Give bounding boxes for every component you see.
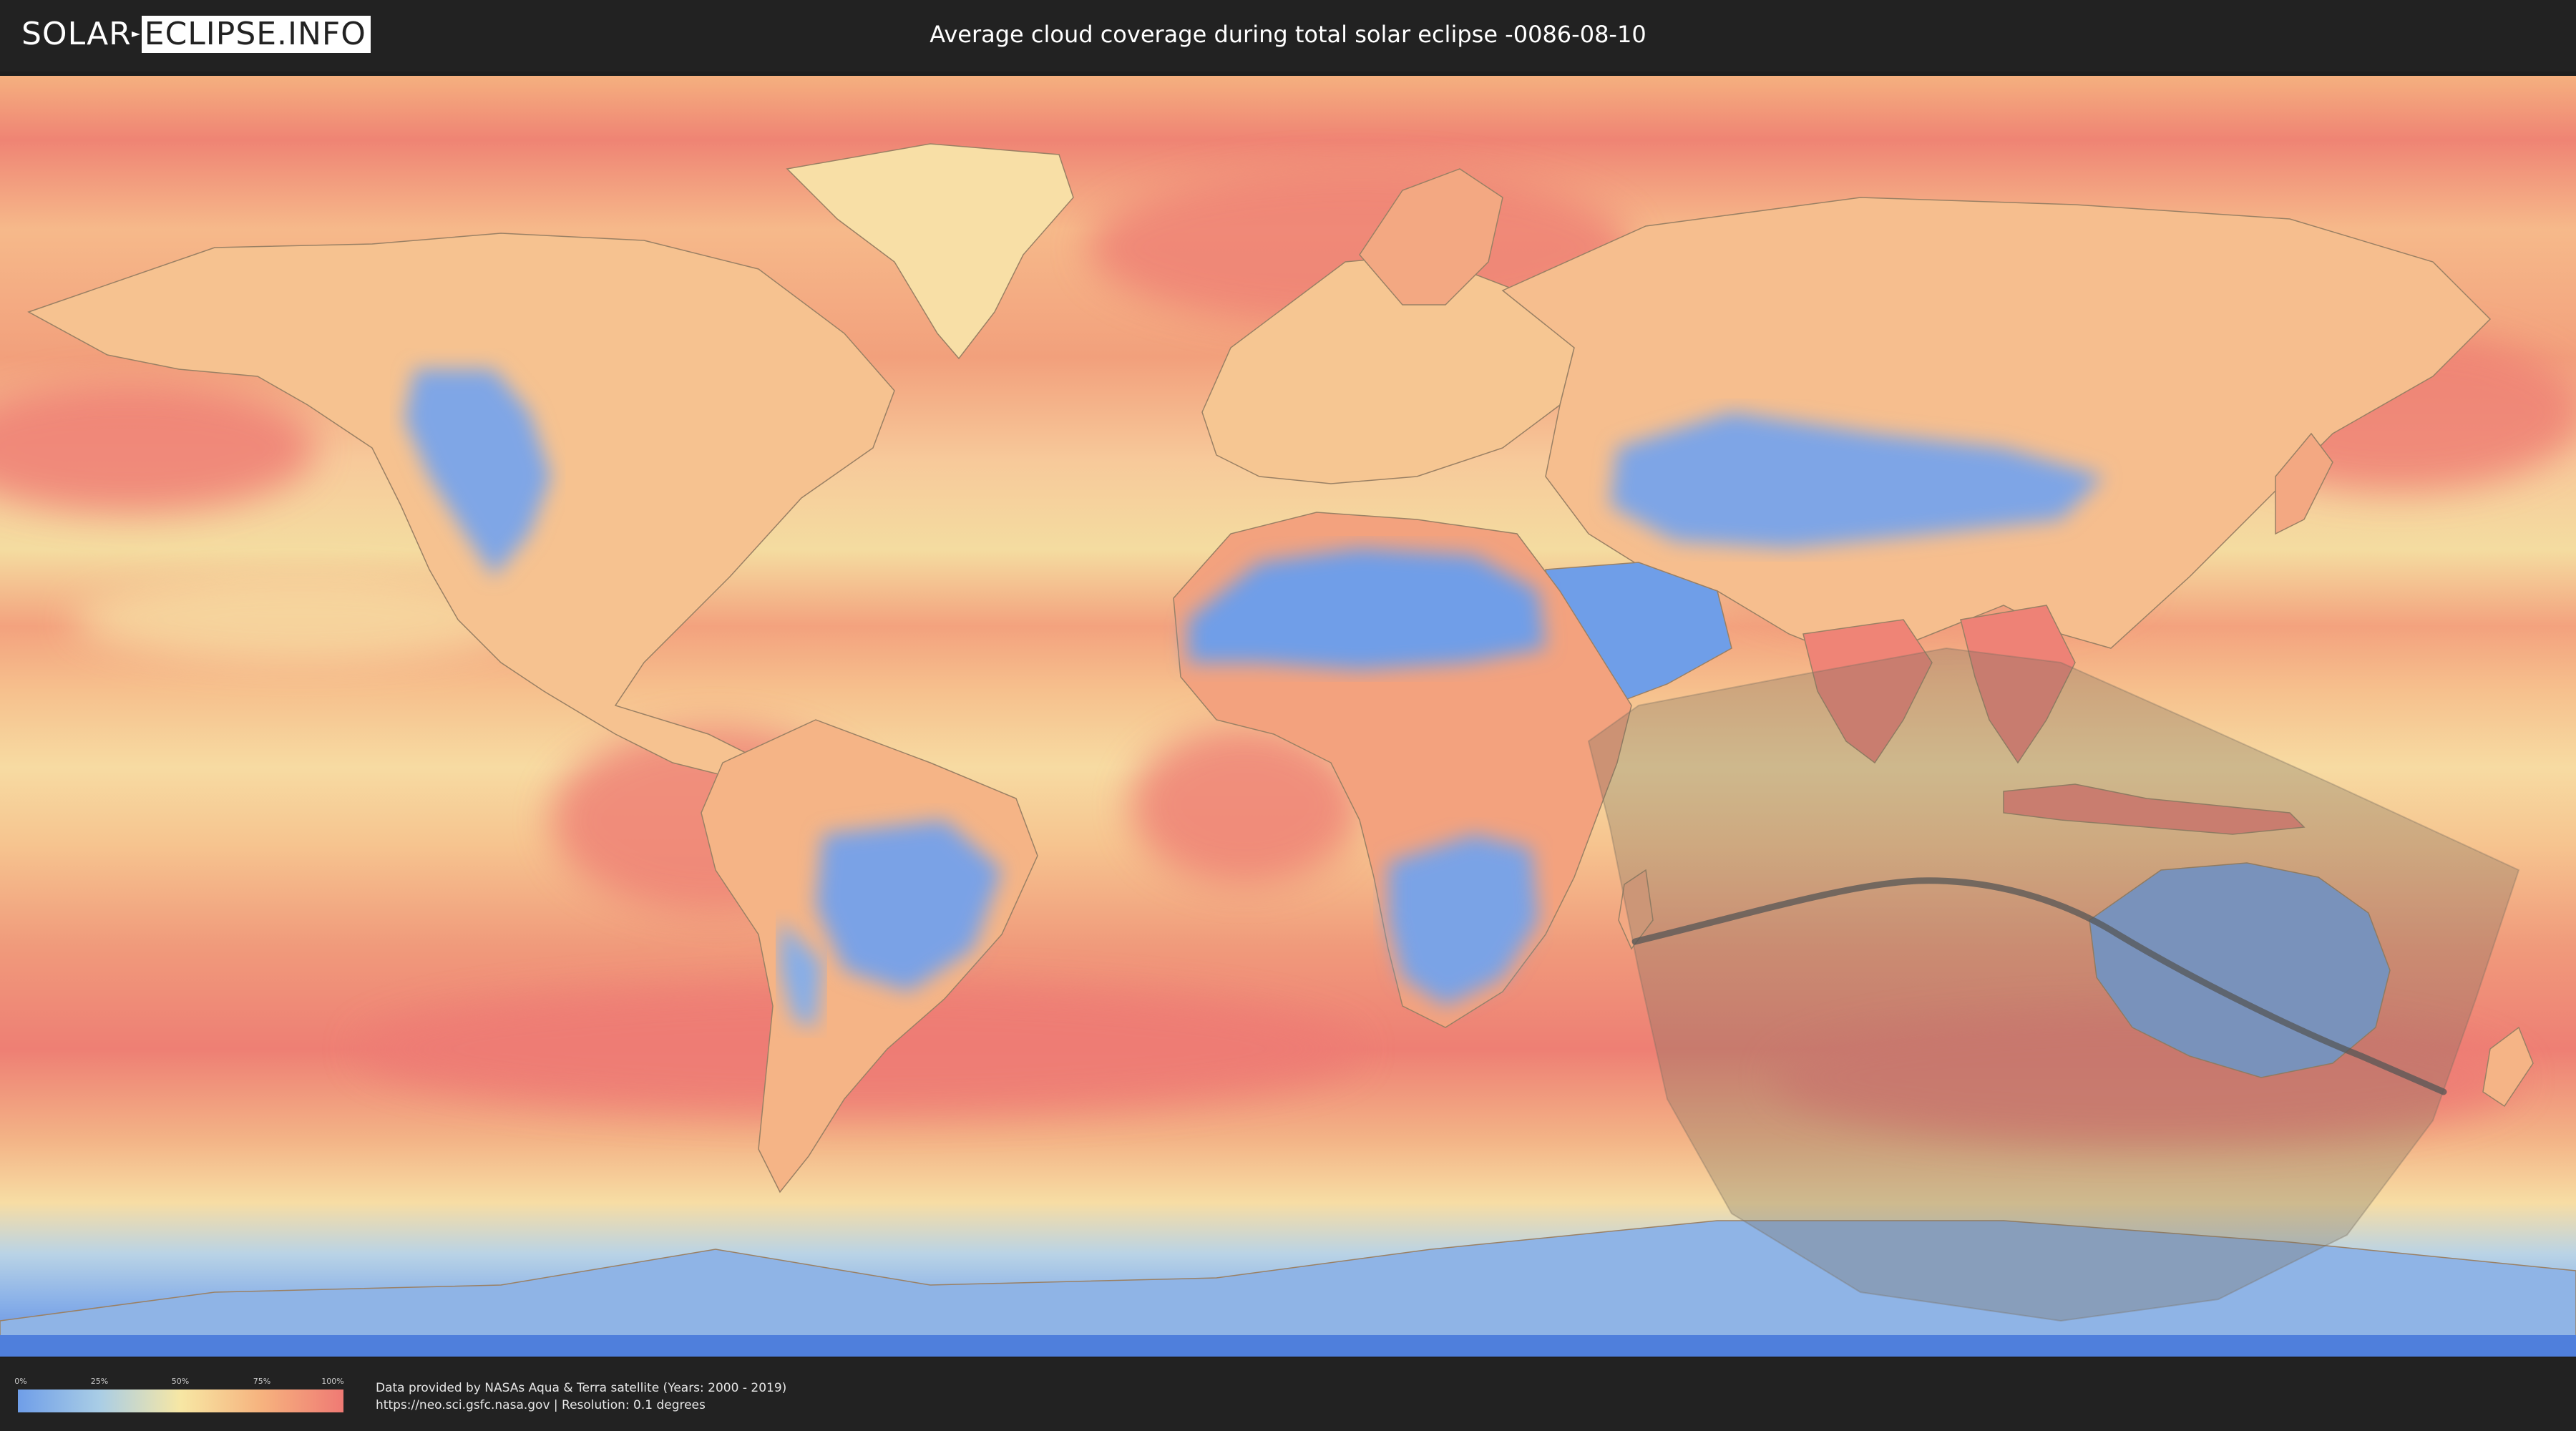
- legend-tick-100: 100%: [321, 1377, 344, 1386]
- header-bar: SOLAR ECLIPSE.INFO Average cloud coverag…: [0, 0, 2576, 72]
- legend-tick-50: 50%: [171, 1377, 190, 1386]
- footer-bar: 0% 25% 50% 75% 100% Data provided by NAS…: [0, 1358, 2576, 1431]
- credit-url-line: https://neo.sci.gsfc.nasa.gov | Resoluti…: [376, 1398, 706, 1412]
- cloud-coverage-legend: 0% 25% 50% 75% 100%: [14, 1377, 344, 1412]
- data-credits: Data provided by NASAs Aqua & Terra sate…: [376, 1379, 786, 1414]
- legend-tick-0: 0%: [14, 1377, 27, 1386]
- cloud-coverage-map[interactable]: [0, 76, 2576, 1357]
- page-title: Average cloud coverage during total sola…: [930, 21, 1646, 48]
- legend-tick-25: 25%: [90, 1377, 109, 1386]
- legend-color-bar: [18, 1390, 343, 1412]
- antarctica-ice-edge: [0, 1335, 2576, 1357]
- legend-tick-75: 75%: [253, 1377, 271, 1386]
- credit-source-line: Data provided by NASAs Aqua & Terra sate…: [376, 1381, 787, 1395]
